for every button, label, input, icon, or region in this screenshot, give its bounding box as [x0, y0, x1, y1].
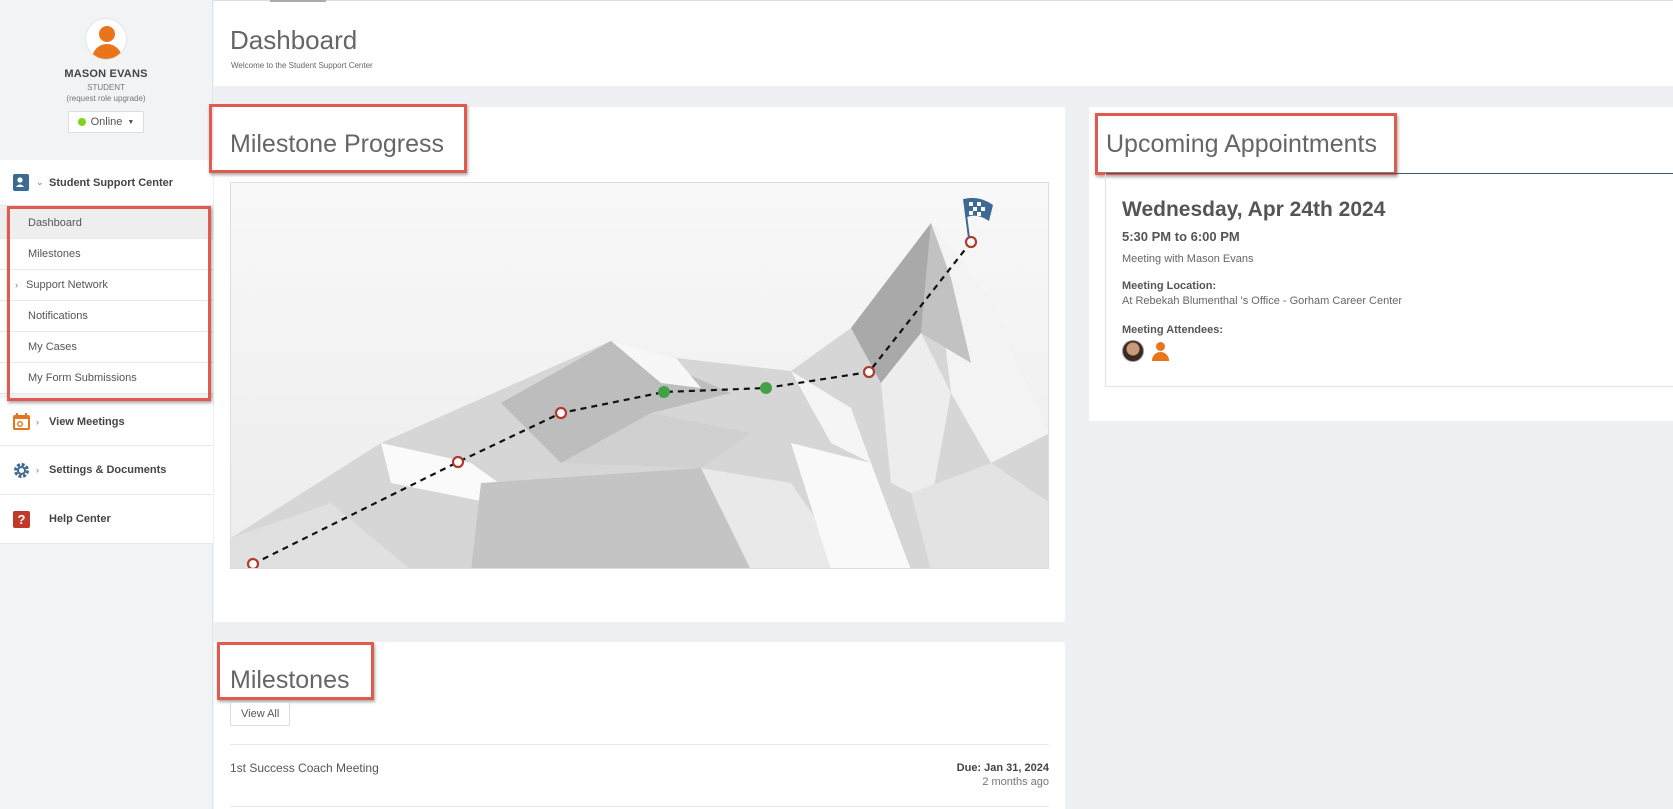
- nav-help-center[interactable]: ? Help Center: [0, 495, 213, 544]
- id-card-icon: [12, 174, 30, 192]
- milestone-item-ago: 2 months ago: [982, 776, 1049, 788]
- checkered-flag-icon: [963, 197, 993, 239]
- question-icon: ?: [12, 510, 30, 528]
- appointment-date: Wednesday, Apr 24th 2024: [1122, 198, 1386, 221]
- subnav-label: Notifications: [28, 310, 88, 322]
- subnav-label: My Cases: [28, 341, 77, 353]
- gear-icon: [12, 461, 30, 479]
- calendar-icon: [12, 413, 30, 431]
- nav-student-support-center[interactable]: ⌄ Student Support Center: [0, 160, 213, 206]
- milestone-item-due: Due: Jan 31, 2024: [956, 762, 1049, 774]
- meeting-location: At Rebekah Blumenthal 's Office - Gorham…: [1122, 295, 1403, 307]
- request-role-upgrade-link[interactable]: (request role upgrade): [0, 94, 212, 103]
- tab-indicator: [270, 0, 326, 2]
- subnav-item-my-form-submissions[interactable]: My Form Submissions: [0, 363, 213, 394]
- milestone-marker[interactable]: [451, 455, 465, 469]
- milestone-marker-completed[interactable]: [658, 386, 670, 398]
- milestone-item-name[interactable]: 1st Success Coach Meeting: [230, 761, 379, 775]
- status-dropdown[interactable]: Online ▼: [67, 111, 145, 133]
- caret-down-icon: ▼: [127, 118, 135, 126]
- page-title: Dashboard: [230, 25, 358, 55]
- nav-label-settings-documents: Settings & Documents: [49, 464, 167, 476]
- milestone-marker[interactable]: [554, 406, 568, 420]
- appointment-time: 5:30 PM to 6:00 PM: [1122, 229, 1240, 244]
- nav-label-view-meetings: View Meetings: [49, 415, 125, 428]
- nav-view-meetings[interactable]: › View Meetings: [0, 398, 213, 446]
- subnav-item-my-cases[interactable]: My Cases: [0, 332, 213, 363]
- page-header: Dashboard Welcome to the Student Support…: [214, 0, 1673, 86]
- milestones-title: Milestones: [230, 666, 350, 694]
- page-subtitle: Welcome to the Student Support Center: [231, 61, 373, 70]
- chevron-down-icon: ⌄: [36, 177, 44, 187]
- online-status-icon: [77, 118, 86, 126]
- upcoming-appointments-title: Upcoming Appointments: [1106, 130, 1377, 158]
- user-name: MASON EVANS: [64, 68, 148, 80]
- milestone-progress-title: Milestone Progress: [230, 130, 444, 158]
- chevron-right-icon: ›: [36, 416, 39, 427]
- subnav-label: Support Network: [26, 279, 108, 291]
- chevron-right-icon: ›: [15, 280, 18, 290]
- milestone-marker[interactable]: [246, 557, 260, 569]
- meeting-location-label: Meeting Location:: [1122, 280, 1217, 292]
- nav-settings-documents[interactable]: › Settings & Documents: [0, 446, 213, 495]
- meeting-attendees-label: Meeting Attendees:: [1122, 324, 1224, 336]
- view-all-milestones-button[interactable]: View All: [230, 702, 291, 726]
- chevron-right-icon: ›: [36, 465, 39, 475]
- milestone-marker[interactable]: [964, 235, 978, 249]
- milestone-mountain-graphic: [230, 182, 1049, 569]
- attendee-person-icon[interactable]: [1151, 341, 1169, 362]
- student-support-subnav: Dashboard Milestones › Support Network No…: [0, 208, 213, 394]
- nav-label-help-center: Help Center: [49, 513, 111, 525]
- user-profile: MASON EVANS STUDENT (request role upgrad…: [0, 0, 212, 160]
- subnav-label: Milestones: [28, 248, 81, 260]
- appointment-with: Meeting with Mason Evans: [1122, 253, 1254, 265]
- divider: [230, 744, 1049, 745]
- user-avatar-icon[interactable]: [85, 18, 127, 60]
- milestone-marker-completed[interactable]: [760, 382, 772, 394]
- status-label: Online: [90, 116, 123, 128]
- user-role: STUDENT: [87, 83, 125, 92]
- subnav-item-support-network[interactable]: › Support Network: [0, 270, 213, 301]
- milestone-marker[interactable]: [862, 365, 876, 379]
- subnav-item-dashboard[interactable]: Dashboard: [0, 208, 213, 239]
- mountain-svg: [231, 197, 1048, 569]
- subnav-item-notifications[interactable]: Notifications: [0, 301, 213, 332]
- divider: [230, 806, 1049, 807]
- attendee-avatar[interactable]: [1122, 340, 1144, 362]
- subnav-label: My Form Submissions: [28, 372, 137, 384]
- nav-label-student-support-center: Student Support Center: [49, 176, 174, 189]
- subnav-item-milestones[interactable]: Milestones: [0, 239, 213, 270]
- svg-text:?: ?: [17, 512, 25, 527]
- subnav-label: Dashboard: [28, 217, 82, 229]
